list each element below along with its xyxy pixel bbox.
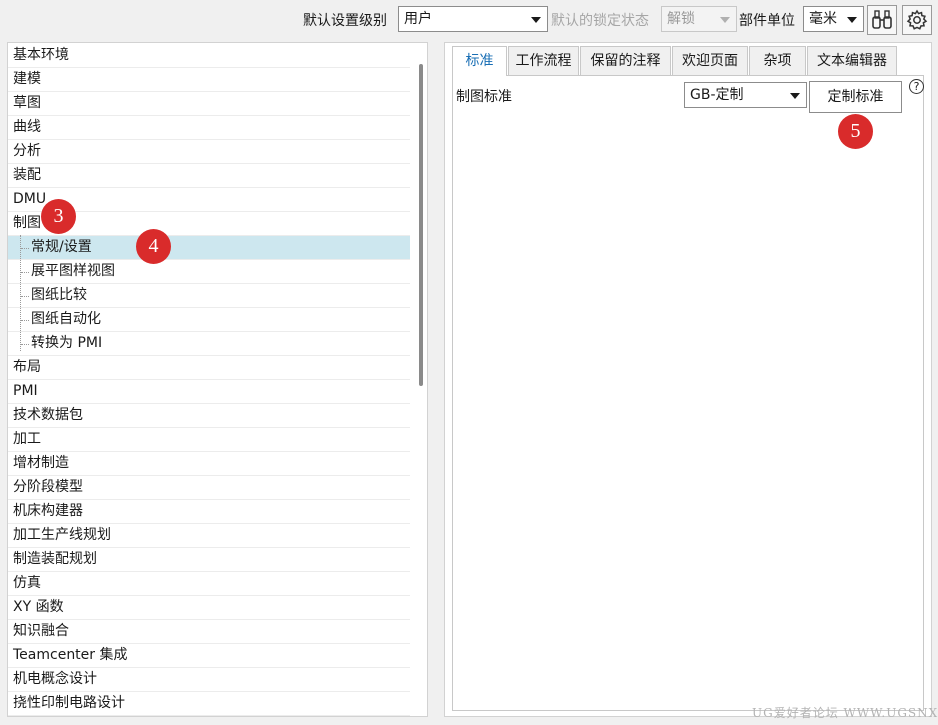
tree-item[interactable]: 挠性印制电路设计 — [8, 692, 410, 716]
chevron-down-icon — [847, 17, 857, 23]
drafting-standard-label: 制图标准 — [456, 89, 512, 105]
tree-item[interactable]: 图纸比较 — [8, 284, 410, 308]
step-marker-3: 3 — [41, 199, 76, 234]
tree-item[interactable]: 曲线 — [8, 116, 410, 140]
tree-item[interactable]: 图纸自动化 — [8, 308, 410, 332]
chevron-down-icon — [790, 93, 800, 99]
part-units-value: 毫米 — [809, 11, 837, 27]
tree-item[interactable]: 增材制造 — [8, 452, 410, 476]
tree-guide-connector — [21, 320, 29, 321]
tree-item[interactable]: XY 函数 — [8, 596, 410, 620]
chevron-down-icon — [720, 17, 730, 23]
tree-item[interactable]: 加工生产线规划 — [8, 524, 410, 548]
tree-item[interactable]: 基本环境 — [8, 44, 410, 68]
scrollbar-thumb[interactable] — [419, 64, 423, 386]
gear-icon — [906, 9, 928, 30]
tree-guide-connector — [21, 296, 29, 297]
tab-miscellaneous[interactable]: 杂项 — [749, 46, 806, 75]
forum-watermark: UG爱好者论坛 WWW.UGSNX.COM — [752, 706, 938, 720]
lock-state-select: 解锁 — [661, 6, 737, 32]
tree-item[interactable]: 制造装配规划 — [8, 548, 410, 572]
tab-label: 欢迎页面 — [682, 53, 738, 69]
default-level-value: 用户 — [404, 11, 432, 27]
tree-guide-connector — [21, 344, 29, 345]
category-tree[interactable]: 基本环境 建模 草图 曲线 分析 装配 DMU 制图 常规/设置 展平图样视图 图纸比较 图纸自动化转… — [7, 42, 428, 717]
part-units-label: 部件单位 — [739, 13, 795, 29]
tab-label: 杂项 — [763, 53, 792, 69]
binoculars-icon — [872, 10, 892, 29]
tree-item[interactable]: 建模 — [8, 68, 410, 92]
tree-item[interactable]: 装配 — [8, 164, 410, 188]
tab-text-editor[interactable]: 文本编辑器 — [807, 46, 897, 75]
tree-item[interactable]: 知识融合 — [8, 620, 410, 644]
drafting-standard-value: GB-定制 — [690, 87, 744, 103]
part-units-select[interactable]: 毫米 — [803, 6, 864, 32]
standard-tab-content: 制图标准 GB-定制 定制标准 ? — [452, 75, 924, 711]
settings-button[interactable] — [902, 5, 932, 35]
top-toolbar: 默认设置级别 用户 默认的锁定状态 解锁 部件单位 毫米 — [0, 0, 938, 38]
chevron-down-icon — [531, 17, 541, 23]
tree-guide-connector — [21, 248, 29, 249]
tab-label: 文本编辑器 — [817, 53, 887, 69]
customize-standard-button[interactable]: 定制标准 — [809, 81, 902, 113]
tree-item[interactable]: Teamcenter 集成 — [8, 644, 410, 668]
help-icon[interactable]: ? — [909, 79, 924, 94]
tree-item[interactable]: 仿真 — [8, 572, 410, 596]
lock-state-label: 默认的锁定状态 — [551, 13, 649, 29]
tree-guide-connector — [21, 272, 29, 273]
tree-item[interactable]: 分析 — [8, 140, 410, 164]
tree-item[interactable]: 转换为 PMI — [8, 332, 410, 356]
tree-item[interactable]: 草图 — [8, 92, 410, 116]
tab-welcome-page[interactable]: 欢迎页面 — [672, 46, 748, 75]
default-level-label: 默认设置级别 — [303, 13, 387, 29]
tree-item[interactable]: PMI — [8, 380, 410, 404]
tree-item[interactable]: 机电概念设计 — [8, 668, 410, 692]
tab-standard[interactable]: 标准 — [452, 46, 507, 76]
tab-label: 保留的注释 — [590, 53, 661, 69]
drafting-standard-select[interactable]: GB-定制 — [684, 82, 807, 108]
default-level-select[interactable]: 用户 — [398, 6, 548, 32]
step-marker-5: 5 — [838, 114, 873, 149]
lock-state-value: 解锁 — [667, 11, 695, 27]
tree-item[interactable]: 加工 — [8, 428, 410, 452]
step-marker-4: 4 — [136, 229, 171, 264]
tab-label: 工作流程 — [515, 53, 572, 69]
tree-item[interactable]: 常规/设置 — [8, 236, 410, 260]
tab-retained-annotations[interactable]: 保留的注释 — [580, 46, 671, 75]
tree-item[interactable]: 机床构建器 — [8, 500, 410, 524]
tree-item[interactable]: 布局 — [8, 356, 410, 380]
tree-item[interactable]: 展平图样视图 — [8, 260, 410, 284]
tree-item[interactable]: 技术数据包 — [8, 404, 410, 428]
tab-label: 标准 — [465, 53, 494, 69]
tree-item[interactable]: 分阶段模型 — [8, 476, 410, 500]
tab-workflow[interactable]: 工作流程 — [508, 46, 579, 75]
find-button[interactable] — [867, 5, 897, 35]
tree-guide-line — [20, 235, 21, 351]
